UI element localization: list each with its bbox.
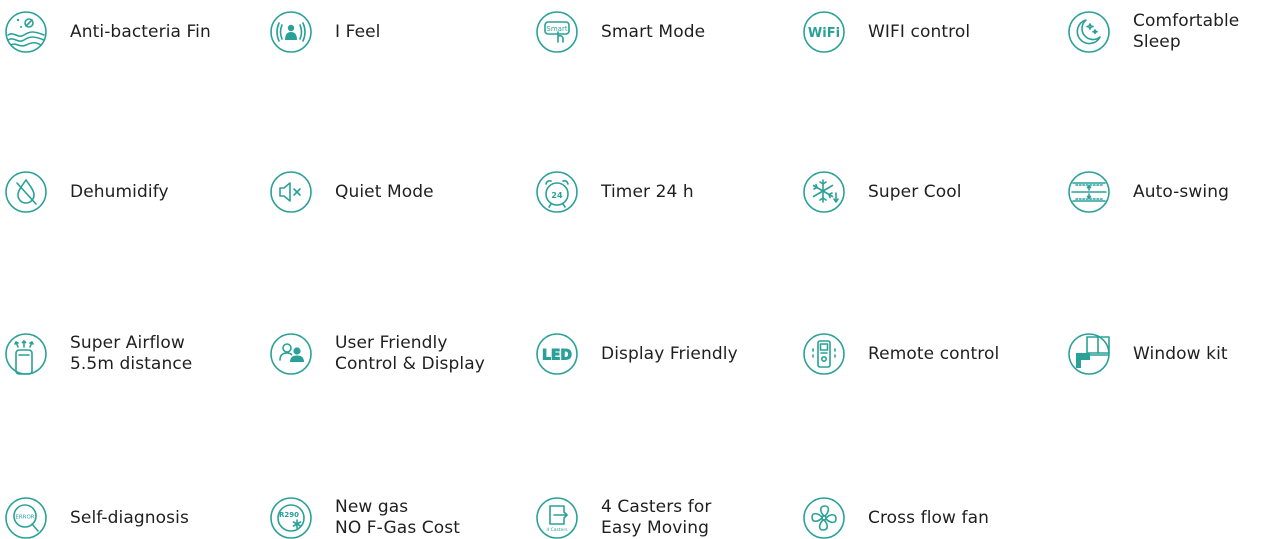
svg-text:Smart: Smart xyxy=(546,25,567,33)
feature-label: Anti-bacteria Fin xyxy=(70,21,211,42)
feature-super-airflow: Super Airflow 5.5m distance xyxy=(5,333,192,375)
user-friendly-icon xyxy=(270,333,312,375)
svg-text:LED: LED xyxy=(542,348,572,364)
feature-auto-swing: Auto-swing xyxy=(1068,171,1229,213)
svg-text:4 Casters: 4 Casters xyxy=(546,527,568,533)
feature-quiet-mode: Quiet Mode xyxy=(270,171,434,213)
quiet-mode-icon xyxy=(270,171,312,213)
wifi-icon: WiFi xyxy=(803,11,845,53)
anti-bacteria-fin-icon xyxy=(5,11,47,53)
auto-swing-icon xyxy=(1068,171,1110,213)
feature-label: Self-diagnosis xyxy=(70,507,189,528)
casters-icon: 4 Casters xyxy=(536,497,578,539)
feature-new-gas: R290 New gas NO F-Gas Cost xyxy=(270,497,460,539)
feature-comfortable-sleep: Comfortable Sleep xyxy=(1068,11,1239,53)
feature-label: User Friendly Control & Display xyxy=(335,333,485,374)
feature-remote-control: Remote control xyxy=(803,333,999,375)
feature-label: Comfortable Sleep xyxy=(1133,11,1240,52)
dehumidify-icon xyxy=(5,171,47,213)
feature-super-cool: Super Cool xyxy=(803,171,962,213)
feature-label: Super Airflow 5.5m distance xyxy=(70,333,193,374)
feature-label: I Feel xyxy=(335,21,381,42)
smart-mode-icon: Smart xyxy=(536,11,578,53)
i-feel-icon xyxy=(270,11,312,53)
feature-label: Cross flow fan xyxy=(868,507,989,528)
feature-label: Smart Mode xyxy=(601,21,706,42)
feature-label: Window kit xyxy=(1133,343,1228,364)
feature-label: Dehumidify xyxy=(70,181,169,202)
feature-label: Remote control xyxy=(868,343,1000,364)
window-kit-icon xyxy=(1068,333,1110,375)
svg-text:24: 24 xyxy=(551,191,563,200)
feature-self-diagnosis: ERROR Self-diagnosis xyxy=(5,497,189,539)
feature-dehumidify: Dehumidify xyxy=(5,171,169,213)
feature-display-friendly: LED Display Friendly xyxy=(536,333,738,375)
feature-label: Auto-swing xyxy=(1133,181,1229,202)
svg-text:ERROR: ERROR xyxy=(15,515,34,521)
feature-i-feel: I Feel xyxy=(270,11,381,53)
feature-anti-bacteria-fin: Anti-bacteria Fin xyxy=(5,11,211,53)
svg-text:R290: R290 xyxy=(279,511,299,519)
feature-wifi-control: WiFi WIFI control xyxy=(803,11,970,53)
svg-text:WiFi: WiFi xyxy=(808,26,840,41)
super-cool-icon xyxy=(803,171,845,213)
new-gas-icon: R290 xyxy=(270,497,312,539)
feature-smart-mode: Smart Smart Mode xyxy=(536,11,705,53)
super-airflow-icon xyxy=(5,333,47,375)
feature-label: Super Cool xyxy=(868,181,962,202)
cross-flow-fan-icon xyxy=(803,497,845,539)
feature-timer: 24 Timer 24 h xyxy=(536,171,694,213)
feature-label: 4 Casters for Easy Moving xyxy=(601,497,712,538)
feature-cross-flow-fan: Cross flow fan xyxy=(803,497,989,539)
timer-icon: 24 xyxy=(536,171,578,213)
comfortable-sleep-icon xyxy=(1068,11,1110,53)
feature-label: WIFI control xyxy=(868,21,971,42)
feature-label: New gas NO F-Gas Cost xyxy=(335,497,460,538)
remote-control-icon xyxy=(803,333,845,375)
feature-casters: 4 Casters 4 Casters for Easy Moving xyxy=(536,497,711,539)
feature-label: Quiet Mode xyxy=(335,181,434,202)
feature-label: Timer 24 h xyxy=(601,181,694,202)
feature-user-friendly: User Friendly Control & Display xyxy=(270,333,485,375)
led-display-icon: LED xyxy=(536,333,578,375)
feature-window-kit: Window kit xyxy=(1068,333,1228,375)
feature-label: Display Friendly xyxy=(601,343,738,364)
self-diagnosis-icon: ERROR xyxy=(5,497,47,539)
